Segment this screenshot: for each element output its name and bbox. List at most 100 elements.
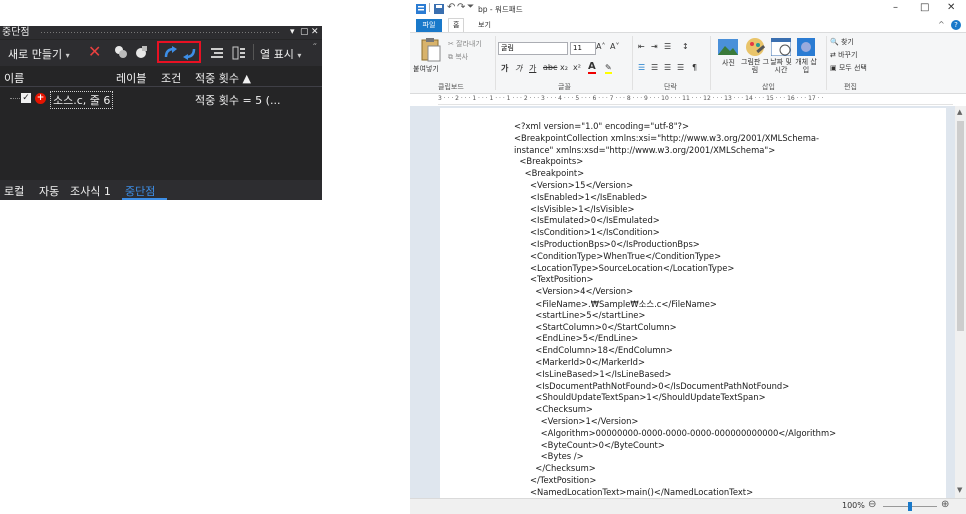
align-left-icon[interactable]: ☰	[638, 63, 645, 72]
insert-object-icon[interactable]	[797, 38, 815, 56]
insert-object-label[interactable]: 개체 삽입	[794, 58, 818, 74]
go-to-source-icon[interactable]	[210, 46, 224, 60]
paint-drawing-label[interactable]: 그림판 그림	[740, 58, 770, 74]
column-header-condition[interactable]: 조건	[161, 70, 181, 86]
breakpoints-titlebar[interactable]: 중단점 ▾ ▢ ✕	[0, 26, 322, 39]
scroll-up-icon[interactable]: ▲	[957, 108, 962, 116]
superscript-icon[interactable]: x²	[573, 63, 581, 72]
enabled-checkbox[interactable]: ✓	[21, 93, 31, 103]
save-icon[interactable]	[434, 4, 444, 14]
new-breakpoint-button[interactable]: 새로 만들기 ▾	[8, 46, 70, 62]
paint-drawing-icon[interactable]	[745, 37, 765, 57]
tab-autos[interactable]: 자동	[39, 183, 59, 199]
underline-icon[interactable]: 가	[529, 63, 536, 74]
paste-label[interactable]: 붙여넣기	[413, 64, 439, 74]
decrease-indent-icon[interactable]: ⇤	[638, 42, 645, 51]
zoom-in-icon[interactable]: ⊕	[941, 499, 949, 510]
vertical-scrollbar[interactable]: ▲ ▼	[955, 106, 966, 498]
table-row[interactable]: ✓ + 소스.c, 줄 6 적중 횟수 = 5 (...	[0, 90, 322, 109]
tab-file[interactable]: 파일	[416, 19, 442, 32]
paste-icon[interactable]	[420, 37, 442, 63]
import-icon[interactable]	[181, 45, 197, 61]
shrink-font-icon[interactable]: A˅	[610, 42, 619, 51]
font-size-combo[interactable]: 11	[570, 42, 596, 55]
font-name-combo[interactable]: 굴림	[498, 42, 568, 55]
align-center-icon[interactable]: ☰	[651, 63, 658, 72]
zoom-out-icon[interactable]: ⊖	[868, 499, 876, 510]
date-time-label[interactable]: 날짜 및 시간	[767, 58, 795, 74]
column-header-name[interactable]: 이름	[4, 70, 24, 86]
binoculars-icon: 🔍	[830, 38, 839, 46]
ribbon-collapse-icon[interactable]: ^	[938, 20, 945, 29]
paragraph-icon[interactable]: ¶	[692, 63, 697, 72]
zoom-slider-thumb[interactable]	[908, 502, 912, 511]
scrollbar-thumb[interactable]	[957, 121, 964, 331]
toggle-breakpoints-icon[interactable]	[134, 45, 148, 59]
picture-icon[interactable]	[718, 39, 738, 55]
delete-all-icon[interactable]	[114, 45, 128, 59]
cut-button[interactable]: ✂ 잘라내기	[448, 39, 482, 49]
delete-icon[interactable]: ✕	[88, 42, 101, 61]
document-line: <TextPosition>	[514, 274, 594, 285]
copy-label: 복사	[455, 53, 469, 61]
scroll-down-icon[interactable]: ▼	[957, 486, 962, 494]
find-button[interactable]: 🔍 찾기	[830, 37, 854, 47]
export-icon[interactable]	[163, 45, 179, 61]
toolbar-overflow-icon[interactable]: ˝	[312, 43, 317, 54]
document-page[interactable]: <?xml version="1.0" encoding="utf-8"?> <B…	[440, 108, 946, 498]
subscript-icon[interactable]: x₂	[560, 63, 568, 72]
font-color-icon[interactable]: A	[588, 61, 596, 74]
grow-font-icon[interactable]: A˄	[596, 42, 605, 51]
copy-button[interactable]: ⧉ 복사	[448, 52, 468, 62]
help-icon[interactable]: ?	[951, 20, 961, 30]
maximize-icon[interactable]: ▢	[300, 26, 309, 39]
justify-icon[interactable]: ☰	[677, 63, 684, 72]
close-button[interactable]: ✕	[947, 2, 955, 13]
zoom-slider[interactable]	[883, 502, 937, 511]
go-to-disassembly-icon[interactable]	[232, 46, 246, 60]
wordpad-app-icon[interactable]	[416, 4, 426, 14]
document-line: <ConditionType>WhenTrue</ConditionType>	[514, 250, 722, 261]
bullets-icon[interactable]: ☰	[664, 42, 671, 51]
picture-label[interactable]: 사진	[722, 58, 735, 68]
bold-icon[interactable]: 가	[501, 63, 508, 74]
window-menu-icon[interactable]: ▾	[290, 26, 295, 39]
breakpoint-hitcount-cell: 적중 횟수 = 5 (...	[195, 94, 281, 107]
tab-watch-1[interactable]: 조사식 1	[70, 183, 111, 199]
tab-view[interactable]: 보기	[474, 19, 495, 32]
italic-icon[interactable]: 가	[515, 63, 522, 74]
document-line: <EndColumn>18</EndColumn>	[514, 345, 673, 356]
columns-button[interactable]: 열 표시 ▾	[260, 46, 301, 62]
document-line: <LocationType>SourceLocation</LocationTy…	[514, 262, 735, 273]
tab-locals[interactable]: 로컬	[4, 183, 24, 199]
column-header-hitcount[interactable]: 적중 횟수 ▲	[195, 70, 251, 86]
ruler[interactable]: 3 · · · 2 · · · 1 · · · 1 · · · 1 · · · …	[438, 94, 953, 105]
replace-button[interactable]: ⇄ 바꾸기	[830, 50, 857, 60]
replace-label: 바꾸기	[838, 51, 858, 59]
highlight-color-icon[interactable]: ✎	[605, 63, 612, 74]
line-spacing-icon[interactable]: ↕	[682, 42, 689, 51]
breakpoint-name-cell[interactable]: 소스.c, 줄 6	[50, 91, 114, 109]
document-line: <IsVisible>1</IsVisible>	[514, 203, 635, 214]
maximize-button[interactable]: □	[920, 2, 929, 13]
wordpad-window: | ↶ ↷ ⏷ bp - 워드패드 – □ ✕ 파일 홈 보기 ^ ? 붙여넣기…	[410, 0, 966, 514]
increase-indent-icon[interactable]: ⇥	[651, 42, 658, 51]
group-label-editing: 편집	[844, 83, 857, 91]
select-all-button[interactable]: ▣ 모두 선택	[830, 63, 867, 73]
strikethrough-icon[interactable]: abc	[543, 63, 557, 72]
document-line: <?xml version="1.0" encoding="utf-8"?>	[514, 121, 690, 131]
date-time-icon[interactable]	[771, 38, 791, 56]
tab-home[interactable]: 홈	[448, 18, 465, 32]
qat-customize-icon[interactable]: ⏷	[467, 2, 474, 12]
align-right-icon[interactable]: ☰	[664, 63, 671, 72]
minimize-button[interactable]: –	[893, 2, 898, 13]
close-pane-icon[interactable]: ✕	[311, 26, 319, 39]
wordpad-titlebar[interactable]: | ↶ ↷ ⏷ bp - 워드패드 – □ ✕	[410, 0, 966, 18]
redo-icon[interactable]: ↷	[457, 2, 465, 13]
undo-icon[interactable]: ↶	[447, 2, 455, 13]
document-line: <Breakpoints>	[514, 156, 584, 167]
ribbon-separator	[826, 36, 827, 90]
cut-label: 잘라내기	[456, 40, 482, 48]
document-line: <FileName>.₩Sample₩소스.c</FileName>	[514, 299, 717, 309]
column-header-label[interactable]: 레이블	[116, 70, 146, 86]
